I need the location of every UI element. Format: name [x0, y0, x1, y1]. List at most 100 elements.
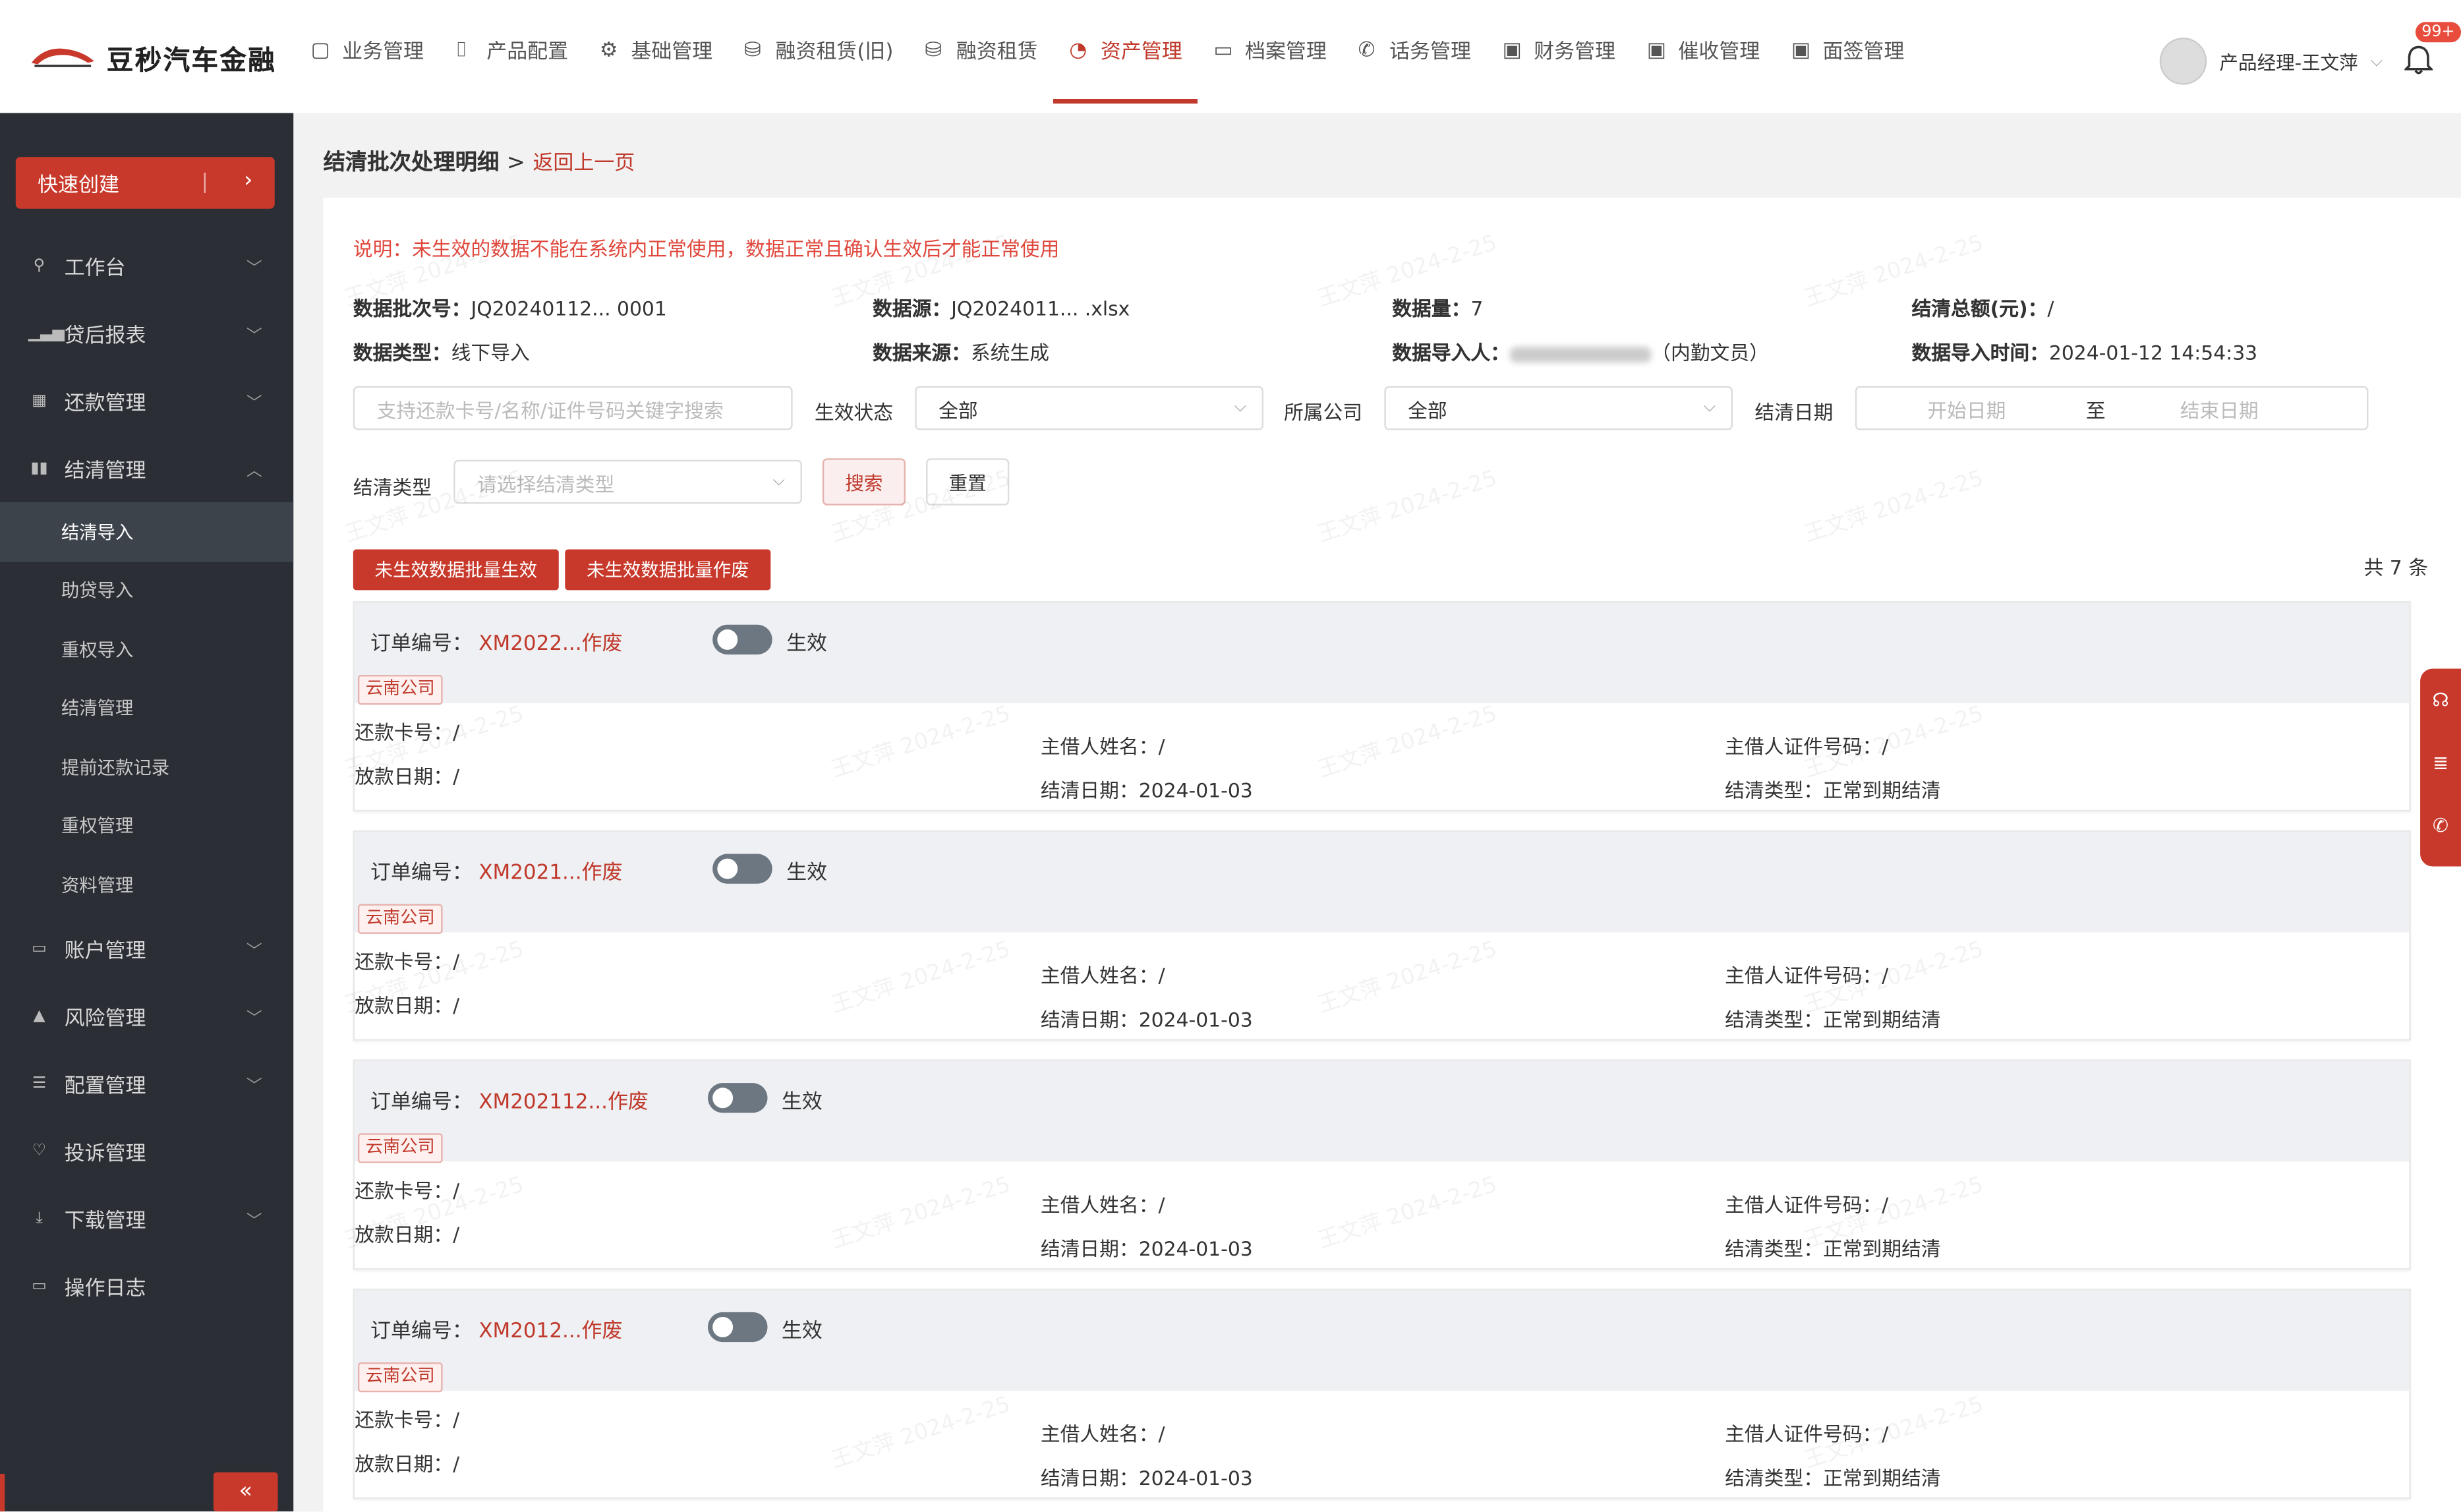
chevron-down-icon: ⌵	[1234, 398, 1246, 417]
sidebar-subitem-3[interactable]: 结清管理	[0, 679, 293, 738]
sidebar-subitem-6[interactable]: 资料管理	[0, 856, 293, 914]
nav-item-3[interactable]: ⛁ 融资租赁(旧)	[728, 0, 909, 103]
sidebar-item-5[interactable]: ▲ 风险管理 ﹀	[0, 982, 293, 1049]
date-start-placeholder[interactable]: 开始日期	[1927, 393, 2006, 423]
nav-item-label: 业务管理	[342, 40, 424, 65]
sidebar-subitem-4[interactable]: 提前还款记录	[0, 738, 293, 796]
monitor-icon: ▭	[32, 1277, 47, 1294]
nav-item-8[interactable]: ▣ 财务管理	[1487, 0, 1631, 103]
sidebar-item-0[interactable]: ⚲ 工作台 ﹀	[0, 232, 293, 299]
quick-create-divider	[204, 172, 206, 193]
nav-item-6[interactable]: ▭ 档案管理	[1198, 0, 1343, 103]
settle-date-value: 2024-01-03	[1138, 1236, 1253, 1261]
list-icon[interactable]: ≣	[2420, 732, 2461, 794]
sidebar-subitem-5[interactable]: 重权管理	[0, 797, 293, 856]
card-number-label: 还款卡号：	[355, 720, 453, 744]
effective-toggle[interactable]	[708, 1312, 768, 1343]
sidebar-item-3[interactable]: ▮▮ 结清管理 ︿	[0, 435, 293, 502]
sidebar-subitem-0[interactable]: 结清导入	[0, 502, 294, 562]
database-icon: ⛁	[925, 38, 942, 63]
nav-item-1[interactable]: ⌷ 产品配置	[440, 0, 584, 103]
quick-create-button[interactable]: 快速创建 ›	[15, 157, 275, 209]
sidebar-item-8[interactable]: ⤓ 下载管理 ﹀	[0, 1184, 293, 1252]
sidebar-subitem-1[interactable]: 助贷导入	[0, 561, 293, 620]
loan-date-label: 放款日期：	[355, 1223, 453, 1246]
data-source-label: 数据源：	[873, 297, 952, 320]
order-number-value[interactable]: XM2022...作废	[478, 626, 622, 656]
sidebar-item-2[interactable]: ▦ 还款管理 ﹀	[0, 367, 293, 434]
settle-date-label: 结清日期：	[1040, 1007, 1139, 1032]
nav-item-9[interactable]: ▣ 催收管理	[1631, 0, 1776, 103]
phone-icon[interactable]: ✆	[2420, 794, 2461, 857]
nav-item-4[interactable]: ⛁ 融资租赁	[909, 0, 1053, 103]
headset-icon[interactable]: ☊	[2420, 668, 2461, 731]
record-card-header: 订单编号： XM2021...作废 生效 云南公司	[355, 832, 2410, 934]
data-origin: 数据来源：系统生成	[873, 336, 1049, 366]
card-number-value: /	[453, 949, 460, 974]
nav-item-2[interactable]: ⚙ 基础管理	[584, 0, 728, 103]
company-select[interactable]: 全部 ⌵	[1384, 386, 1733, 430]
import-time-value: 2024-01-12 14:54:33	[2048, 340, 2258, 364]
settle-total-value: /	[2047, 297, 2054, 320]
nav-item-10[interactable]: ▣ 面签管理	[1776, 0, 1920, 103]
sidebar-item-7[interactable]: ♡ 投诉管理	[0, 1117, 293, 1184]
status-select[interactable]: 全部 ⌵	[915, 386, 1264, 430]
settle-type-value: 正常到期结清	[1823, 1236, 1941, 1261]
id-number: 主借人证件号码：/	[1725, 959, 1888, 989]
record-card-header: 订单编号： XM2012...作废 生效 云南公司	[355, 1290, 2410, 1393]
settle-type-select[interactable]: 请选择结清类型 ⌵	[453, 459, 802, 504]
loan-date-value: /	[453, 1223, 460, 1246]
order-number-value[interactable]: XM202112...作废	[478, 1085, 649, 1115]
nav-item-7[interactable]: ✆ 话务管理	[1343, 0, 1487, 103]
search-button[interactable]: 搜索	[822, 458, 906, 506]
settle-date: 结清日期：2024-01-03	[1041, 1003, 1253, 1033]
settle-date-range[interactable]: 开始日期 至 结束日期	[1855, 386, 2369, 430]
nav-item-5[interactable]: ◔ 资产管理	[1053, 0, 1198, 104]
card-number-value: /	[453, 1408, 460, 1432]
sidebar-item-label: 配置管理	[64, 1074, 146, 1098]
card-number: 还款卡号：/	[355, 716, 459, 745]
user-menu[interactable]: 产品经理-王文萍 ⌵	[2159, 38, 2383, 85]
card-number: 还款卡号：/	[355, 1174, 459, 1204]
data-type: 数据类型：线下导入	[353, 336, 530, 366]
sidebar-item-label: 贷后报表	[64, 324, 146, 349]
settle-type-label: 结清类型：	[1725, 1007, 1824, 1032]
nav-item-label: 档案管理	[1244, 40, 1327, 65]
date-end-placeholder[interactable]: 结束日期	[2180, 393, 2259, 423]
chevron-down-icon: ﹀	[246, 1010, 262, 1028]
collapse-sidebar-button[interactable]: «	[213, 1472, 278, 1512]
notification-badge: 99+	[2415, 22, 2461, 43]
data-type-label: 数据类型：	[353, 340, 451, 364]
batch-effective-button[interactable]: 未生效数据批量生效	[353, 549, 559, 591]
reset-button[interactable]: 重置	[926, 458, 1010, 506]
loan-date-value: /	[453, 764, 460, 788]
order-number-value[interactable]: XM2021...作废	[478, 856, 622, 885]
id-number-value: /	[1882, 734, 1889, 759]
sidebar-item-1[interactable]: ▁▃▅ 贷后报表 ﹀	[0, 300, 293, 367]
effective-toggle[interactable]	[712, 854, 772, 884]
left-edge-marker	[0, 1474, 5, 1512]
bell-icon[interactable]	[2404, 44, 2433, 76]
sidebar-subitem-2[interactable]: 重权导入	[0, 620, 293, 679]
id-number-label: 主借人证件号码：	[1725, 964, 1882, 987]
back-link[interactable]: 返回上一页	[533, 152, 635, 176]
chevron-down-icon: ﹀	[246, 260, 262, 278]
keyword-search-input[interactable]: 支持还款卡号/名称/证件号码关键字搜索	[353, 386, 793, 430]
data-count: 数据量：7	[1392, 292, 1483, 322]
effective-toggle[interactable]	[712, 624, 772, 655]
id-number-value: /	[1882, 964, 1889, 987]
batch-void-button[interactable]: 未生效数据批量作废	[565, 549, 771, 591]
sidebar-item-6[interactable]: ☰ 配置管理 ﹀	[0, 1049, 293, 1117]
settle-type: 结清类型：正常到期结清	[1725, 1003, 1941, 1033]
sidebar-item-4[interactable]: ▭ 账户管理 ﹀	[0, 914, 293, 981]
chevron-down-icon: ﹀	[246, 943, 262, 960]
sidebar-item-9[interactable]: ▭ 操作日志	[0, 1252, 293, 1319]
warning-icon: ▲	[33, 1006, 45, 1024]
brand-logo[interactable]: 豆秒汽车金融	[28, 34, 276, 78]
effective-toggle[interactable]	[708, 1083, 768, 1113]
nav-item-0[interactable]: ▢ 业务管理	[295, 0, 440, 103]
settle-date-value: 2024-01-03	[1138, 778, 1253, 802]
order-number-value[interactable]: XM2012...作废	[478, 1314, 622, 1344]
loan-date-label: 放款日期：	[355, 764, 453, 788]
avatar[interactable]	[2159, 38, 2207, 85]
